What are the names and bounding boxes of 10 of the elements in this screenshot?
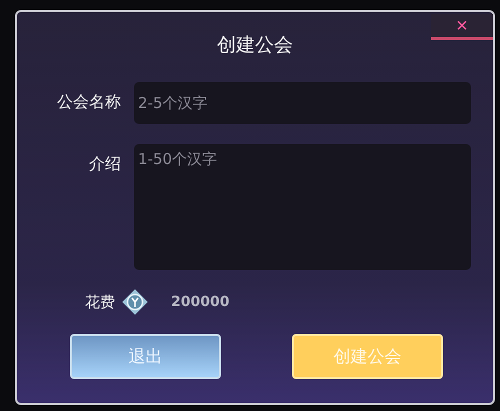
close-button[interactable]: × — [431, 14, 493, 40]
dialog-title: 创建公会 — [216, 33, 294, 58]
field-label: 介绍 — [88, 153, 122, 175]
input-field[interactable]: 2-5个汉字 — [134, 82, 471, 124]
exit-button[interactable]: 退出 — [70, 334, 221, 379]
create-button[interactable]: 创建公会 — [292, 334, 443, 379]
text-area[interactable]: 1-50个汉字 — [134, 144, 471, 270]
cost-label: 花费 — [85, 292, 115, 312]
field-label: 公会名称 — [56, 91, 122, 113]
cost-amount: 200000 — [171, 294, 230, 310]
